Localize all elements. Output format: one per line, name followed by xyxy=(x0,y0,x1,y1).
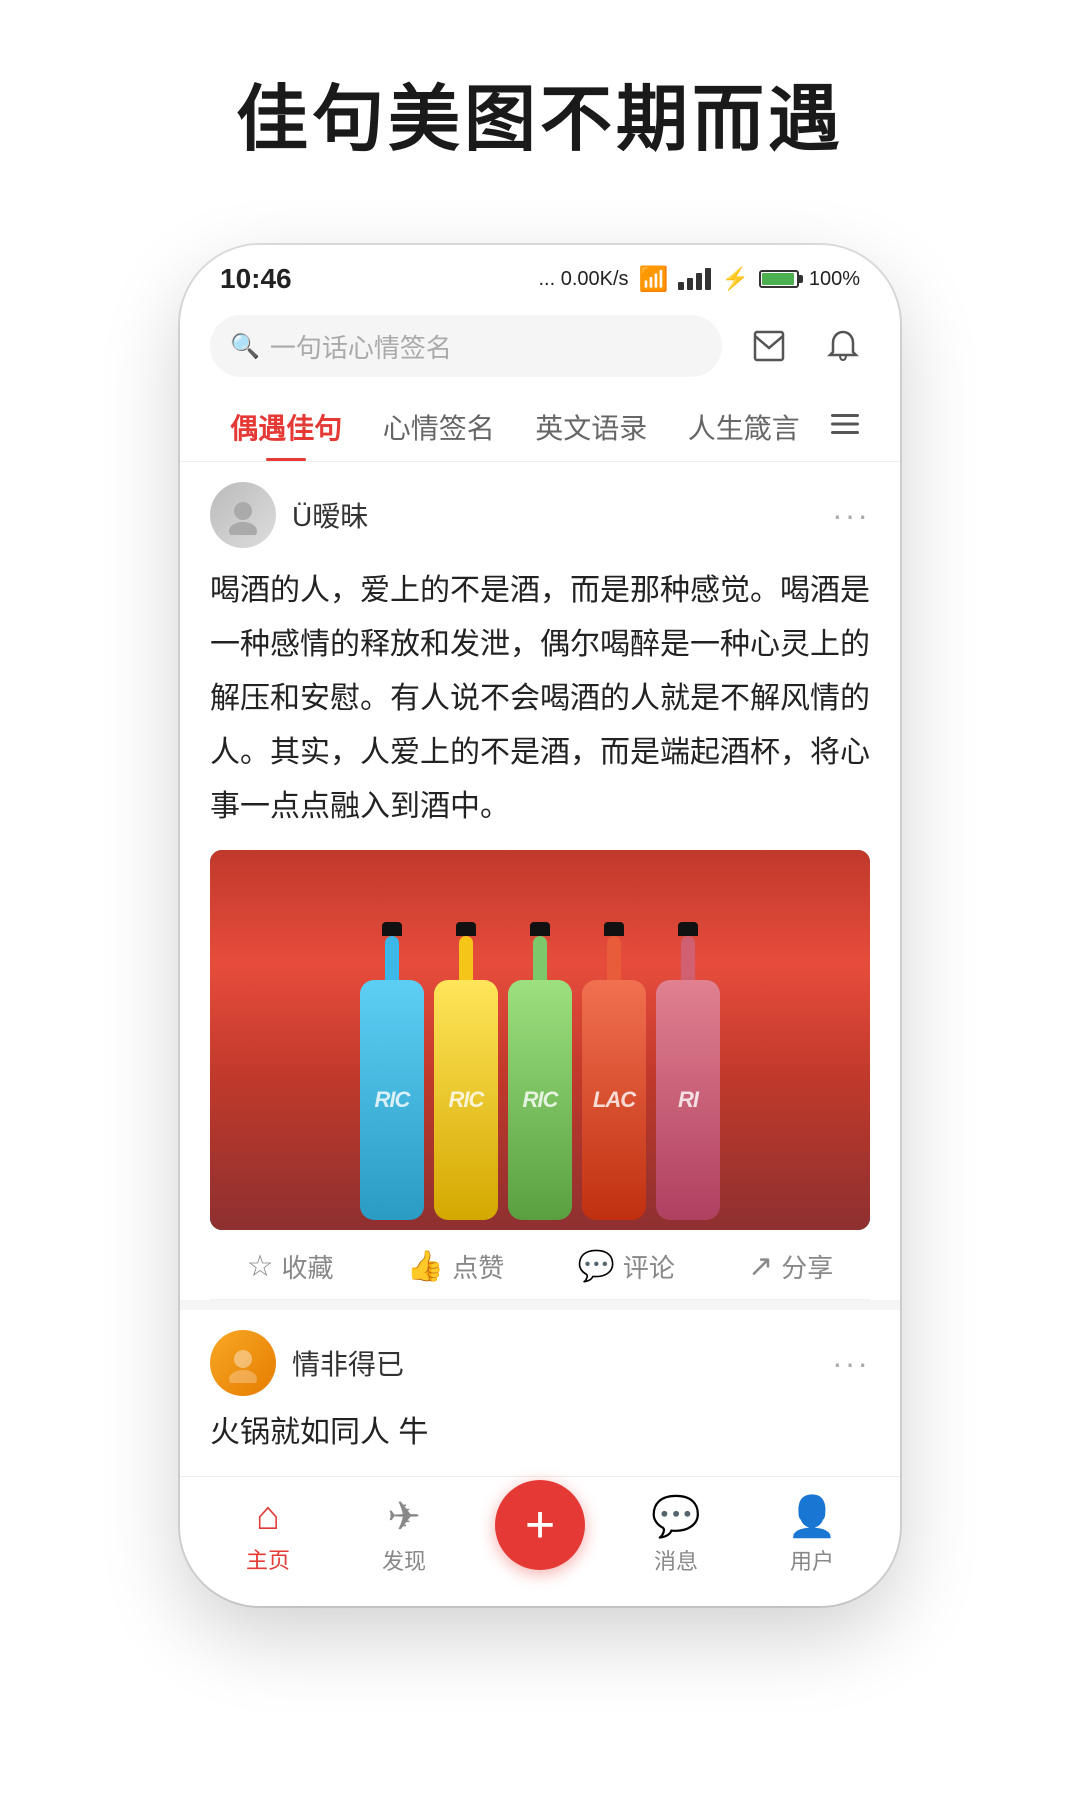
home-icon: ⌂ xyxy=(256,1494,280,1539)
share-icon: ↗ xyxy=(748,1249,773,1284)
search-icon: 🔍 xyxy=(230,332,260,361)
comment-label: 评论 xyxy=(623,1248,675,1285)
message-label: 消息 xyxy=(654,1544,698,1576)
notification-button[interactable] xyxy=(816,319,870,373)
card2-text: 火锅就如同人 牛 xyxy=(180,1406,900,1476)
tab-menu-icon[interactable] xyxy=(820,406,870,442)
bottom-nav: ⌂ 主页 ✈ 发现 + 💬 消息 👤 用户 xyxy=(180,1476,900,1606)
tab-0[interactable]: 偶遇佳句 xyxy=(210,387,363,461)
feed-card-1: Ü暧昧 ··· 喝酒的人，爱上的不是酒，而是那种感觉。喝酒是一种感情的释放和发泄… xyxy=(180,462,900,1300)
battery-icon xyxy=(759,270,799,288)
message-icon: 💬 xyxy=(651,1493,701,1540)
card2-avatar xyxy=(210,1330,276,1396)
card1-avatar xyxy=(210,482,276,548)
card1-text: 喝酒的人，爱上的不是酒，而是那种感觉。喝酒是一种感情的释放和发泄，偶尔喝醉是一种… xyxy=(210,558,870,850)
user-icon: 👤 xyxy=(787,1493,837,1540)
collect-label: 收藏 xyxy=(282,1248,334,1285)
nav-home[interactable]: ⌂ 主页 xyxy=(200,1494,336,1575)
add-button[interactable]: + xyxy=(495,1480,585,1570)
card-divider xyxy=(180,1300,900,1310)
comment-icon: 💬 xyxy=(578,1249,615,1284)
headline: 佳句美图不期而遇 xyxy=(236,60,844,165)
page-wrapper: 佳句美图不期而遇 10:46 ... 0.00K/s 📶 ⚡ xyxy=(0,0,1080,1820)
bottle-1: RIC xyxy=(358,922,426,1220)
status-time: 10:46 xyxy=(220,263,292,295)
nav-discover[interactable]: ✈ 发现 xyxy=(336,1494,472,1576)
nav-user[interactable]: 👤 用户 xyxy=(744,1493,880,1576)
comment-button[interactable]: 💬 评论 xyxy=(578,1248,675,1285)
search-placeholder: 一句话心情签名 xyxy=(270,328,452,365)
card2-username: 情非得已 xyxy=(292,1343,832,1383)
nav-add[interactable]: + xyxy=(472,1500,608,1570)
like-label: 点赞 xyxy=(452,1248,504,1285)
card1-more[interactable]: ··· xyxy=(832,497,870,534)
like-button[interactable]: 👍 点赞 xyxy=(407,1248,504,1285)
charging-icon: ⚡ xyxy=(721,266,748,292)
bottle-3: RIC xyxy=(506,922,574,1220)
tab-1[interactable]: 心情签名 xyxy=(363,387,516,461)
collect-button[interactable]: ☆ 收藏 xyxy=(247,1248,334,1285)
network-speed: ... 0.00K/s xyxy=(538,268,628,291)
tabs-row: 偶遇佳句 心情签名 英文语录 人生箴言 xyxy=(180,387,900,462)
discover-icon: ✈ xyxy=(387,1494,421,1540)
share-button[interactable]: ↗ 分享 xyxy=(748,1248,833,1285)
phone-mockup: 10:46 ... 0.00K/s 📶 ⚡ 100% xyxy=(180,245,900,1606)
card1-header: Ü暧昧 ··· xyxy=(210,462,870,558)
search-box[interactable]: 🔍 一句话心情签名 xyxy=(210,315,722,377)
collect-icon: ☆ xyxy=(247,1249,274,1284)
card2-header: 情非得已 ··· xyxy=(180,1310,900,1406)
battery-percent: 100% xyxy=(809,268,860,291)
discover-label: 发现 xyxy=(382,1544,426,1576)
signal-bars xyxy=(678,268,711,290)
share-label: 分享 xyxy=(781,1248,833,1285)
card2-more[interactable]: ··· xyxy=(832,1345,870,1382)
bottle-2: RIC xyxy=(432,922,500,1220)
wifi-icon: 📶 xyxy=(639,265,669,294)
bottles-bg: RIC RIC xyxy=(210,850,870,1230)
user-label: 用户 xyxy=(790,1544,834,1576)
bottle-5: RI xyxy=(654,922,722,1220)
tab-2[interactable]: 英文语录 xyxy=(515,387,668,461)
tab-3[interactable]: 人生箴言 xyxy=(668,387,821,461)
avatar-inner-2 xyxy=(210,1330,276,1396)
home-label: 主页 xyxy=(246,1543,290,1575)
card1-username: Ü暧昧 xyxy=(292,495,832,535)
status-bar: 10:46 ... 0.00K/s 📶 ⚡ 100% xyxy=(180,245,900,305)
bottle-4: LAC xyxy=(580,922,648,1220)
like-icon: 👍 xyxy=(407,1249,444,1284)
search-bar-row: 🔍 一句话心情签名 xyxy=(180,305,900,387)
edit-button[interactable] xyxy=(742,319,796,373)
card1-image: RIC RIC xyxy=(210,850,870,1230)
avatar-inner-1 xyxy=(210,482,276,548)
card1-actions: ☆ 收藏 👍 点赞 💬 评论 ↗ 分享 xyxy=(210,1230,870,1300)
nav-message[interactable]: 💬 消息 xyxy=(608,1493,744,1576)
status-right: ... 0.00K/s 📶 ⚡ 100% xyxy=(538,265,860,294)
